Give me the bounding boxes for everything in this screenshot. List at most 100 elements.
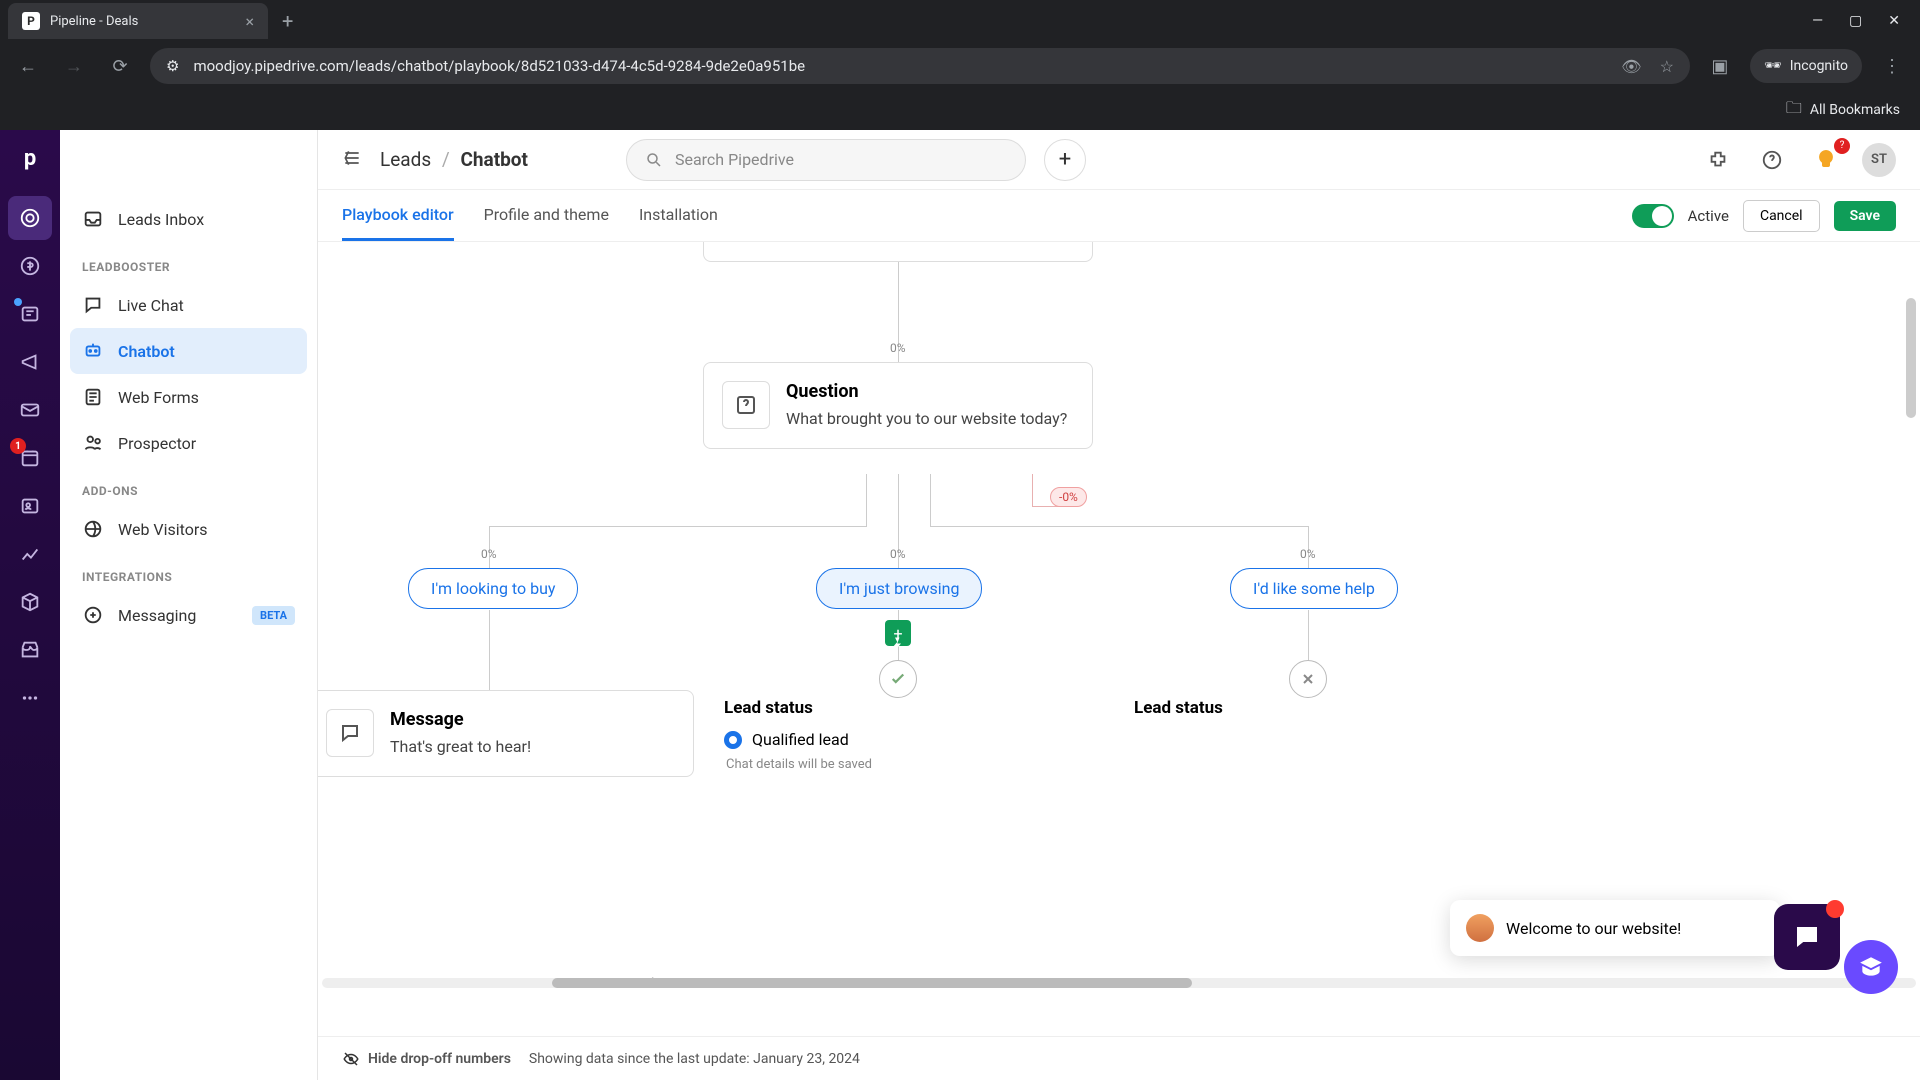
tab-profile-theme[interactable]: Profile and theme: [484, 190, 609, 241]
star-icon[interactable]: ☆: [1660, 57, 1674, 76]
hide-dropoff-link[interactable]: Hide drop-off numbers: [342, 1050, 511, 1068]
sidebar-item-chatbot[interactable]: Chatbot: [70, 328, 307, 374]
save-button[interactable]: Save: [1834, 201, 1896, 231]
rail-marketplace[interactable]: [8, 628, 52, 672]
incognito-indicator[interactable]: 🕶 Incognito: [1750, 49, 1862, 83]
rail-more[interactable]: [8, 676, 52, 720]
node-card-partial[interactable]: [703, 242, 1093, 262]
chat-welcome-popup[interactable]: Welcome to our website!: [1450, 900, 1780, 956]
rail-leads[interactable]: [8, 196, 52, 240]
dropoff-pct: 0%: [890, 341, 906, 355]
chat-launcher-button[interactable]: [1774, 904, 1840, 970]
rail-contacts[interactable]: [8, 484, 52, 528]
all-bookmarks-link[interactable]: All Bookmarks: [1810, 102, 1900, 118]
panel-icon[interactable]: ▣: [1704, 56, 1736, 77]
radio-label: Qualified lead: [752, 730, 849, 749]
tab-bar: P Pipeline - Deals × + — ▢ ✕: [0, 0, 1920, 42]
option-help[interactable]: I'd like some help: [1230, 568, 1398, 609]
rail-products[interactable]: [8, 580, 52, 624]
assistant-icon[interactable]: ?: [1808, 142, 1844, 178]
search-placeholder: Search Pipedrive: [675, 150, 794, 169]
rail-campaigns[interactable]: [8, 340, 52, 384]
sidebar-item-label: Live Chat: [118, 296, 184, 315]
footer-bar: Hide drop-off numbers Showing data since…: [318, 1036, 1920, 1080]
add-button[interactable]: +: [1044, 139, 1086, 181]
card-title: Message: [390, 709, 531, 730]
beta-badge: BETA: [252, 606, 295, 625]
lead-status-card[interactable]: Lead status Qualified lead Chat details …: [724, 698, 872, 772]
rail-insights[interactable]: [8, 532, 52, 576]
extension-icon[interactable]: [1700, 142, 1736, 178]
search-input[interactable]: Search Pipedrive: [626, 139, 1026, 181]
add-node-button[interactable]: +: [885, 620, 911, 646]
message-card[interactable]: Message That's great to hear!: [318, 690, 694, 777]
dropoff-pct: 0%: [481, 547, 497, 561]
tab-playbook-editor[interactable]: Playbook editor: [342, 190, 454, 241]
sidebar-item-prospector[interactable]: Prospector: [70, 420, 307, 466]
card-body: That's great to hear!: [390, 736, 531, 758]
topbar: Leads / Chatbot Search Pipedrive + ? ST: [318, 130, 1920, 190]
disqualified-x-icon[interactable]: [1289, 660, 1327, 698]
sidebar-item-web-forms[interactable]: Web Forms: [70, 374, 307, 420]
tab-installation[interactable]: Installation: [639, 190, 718, 241]
user-avatar[interactable]: ST: [1862, 143, 1896, 177]
browser-menu-icon[interactable]: ⋮: [1876, 56, 1908, 77]
reload-icon[interactable]: ⟳: [104, 56, 136, 77]
footer-info: Showing data since the last update: Janu…: [529, 1051, 860, 1067]
window-controls: — ▢ ✕: [1812, 13, 1920, 29]
sidebar-item-web-visitors[interactable]: Web Visitors: [70, 506, 307, 552]
close-window-icon[interactable]: ✕: [1888, 13, 1900, 29]
rail-projects[interactable]: [8, 292, 52, 336]
rail-deals[interactable]: [8, 244, 52, 288]
vertical-scrollbar[interactable]: [1906, 298, 1916, 418]
url-text: moodjoy.pipedrive.com/leads/chatbot/play…: [193, 57, 805, 75]
connector-line: [898, 474, 899, 582]
breadcrumb-parent[interactable]: Leads: [380, 148, 431, 171]
sidebar-item-messaging[interactable]: Messaging BETA: [70, 592, 307, 638]
tab-title: Pipeline - Deals: [50, 14, 138, 29]
browser-tab[interactable]: P Pipeline - Deals ×: [8, 3, 268, 39]
collapse-sidebar-icon[interactable]: [342, 148, 362, 172]
tab-close-icon[interactable]: ×: [245, 12, 254, 31]
academy-fab[interactable]: [1844, 940, 1898, 994]
rail-mail[interactable]: [8, 388, 52, 432]
active-toggle[interactable]: [1632, 204, 1674, 228]
sidebar-item-label: Web Forms: [118, 388, 199, 407]
new-tab-button[interactable]: +: [282, 9, 293, 33]
option-browsing[interactable]: I'm just browsing: [816, 568, 982, 609]
qualified-check-icon[interactable]: [879, 660, 917, 698]
help-icon[interactable]: [1754, 142, 1790, 178]
playbook-canvas[interactable]: 0% Question What brought you to our webs…: [318, 242, 1920, 1036]
eye-off-icon[interactable]: 👁: [1621, 57, 1641, 76]
address-bar[interactable]: ⚙ moodjoy.pipedrive.com/leads/chatbot/pl…: [150, 48, 1690, 84]
minimize-icon[interactable]: —: [1812, 13, 1823, 29]
back-icon[interactable]: ←: [12, 56, 44, 77]
option-buy[interactable]: I'm looking to buy: [408, 568, 578, 609]
sidebar-item-label: Web Visitors: [118, 520, 208, 539]
app-logo[interactable]: p: [10, 138, 50, 178]
lead-status-card-2[interactable]: Lead status: [1134, 698, 1223, 730]
sidebar-heading-addons: ADD-ONS: [70, 466, 307, 506]
connector-line: [489, 610, 490, 690]
breadcrumb-separator: /: [442, 148, 450, 171]
sidebar-item-label: Prospector: [118, 434, 196, 453]
sidebar-item-leads-inbox[interactable]: Leads Inbox: [70, 196, 307, 242]
maximize-icon[interactable]: ▢: [1849, 13, 1862, 29]
sub-tabs: Playbook editor Profile and theme Instal…: [318, 190, 1920, 242]
cancel-button[interactable]: Cancel: [1743, 200, 1820, 232]
site-settings-icon[interactable]: ⚙: [166, 57, 179, 75]
sidebar-item-live-chat[interactable]: Live Chat: [70, 282, 307, 328]
breadcrumb: Leads / Chatbot: [380, 148, 528, 171]
nav-rail: p 1: [0, 130, 60, 1080]
lead-sub: Chat details will be saved: [726, 757, 872, 772]
incognito-label: Incognito: [1790, 58, 1848, 74]
question-icon: [722, 381, 770, 429]
active-label: Active: [1688, 207, 1729, 225]
connector-line: [930, 526, 1308, 527]
connector-line: [930, 474, 931, 526]
qualified-radio[interactable]: Qualified lead: [724, 730, 872, 749]
rail-activities[interactable]: 1: [8, 436, 52, 480]
question-card[interactable]: Question What brought you to our website…: [703, 362, 1093, 449]
horizontal-scrollbar[interactable]: [322, 978, 1916, 988]
sidebar-item-label: Messaging: [118, 606, 196, 625]
